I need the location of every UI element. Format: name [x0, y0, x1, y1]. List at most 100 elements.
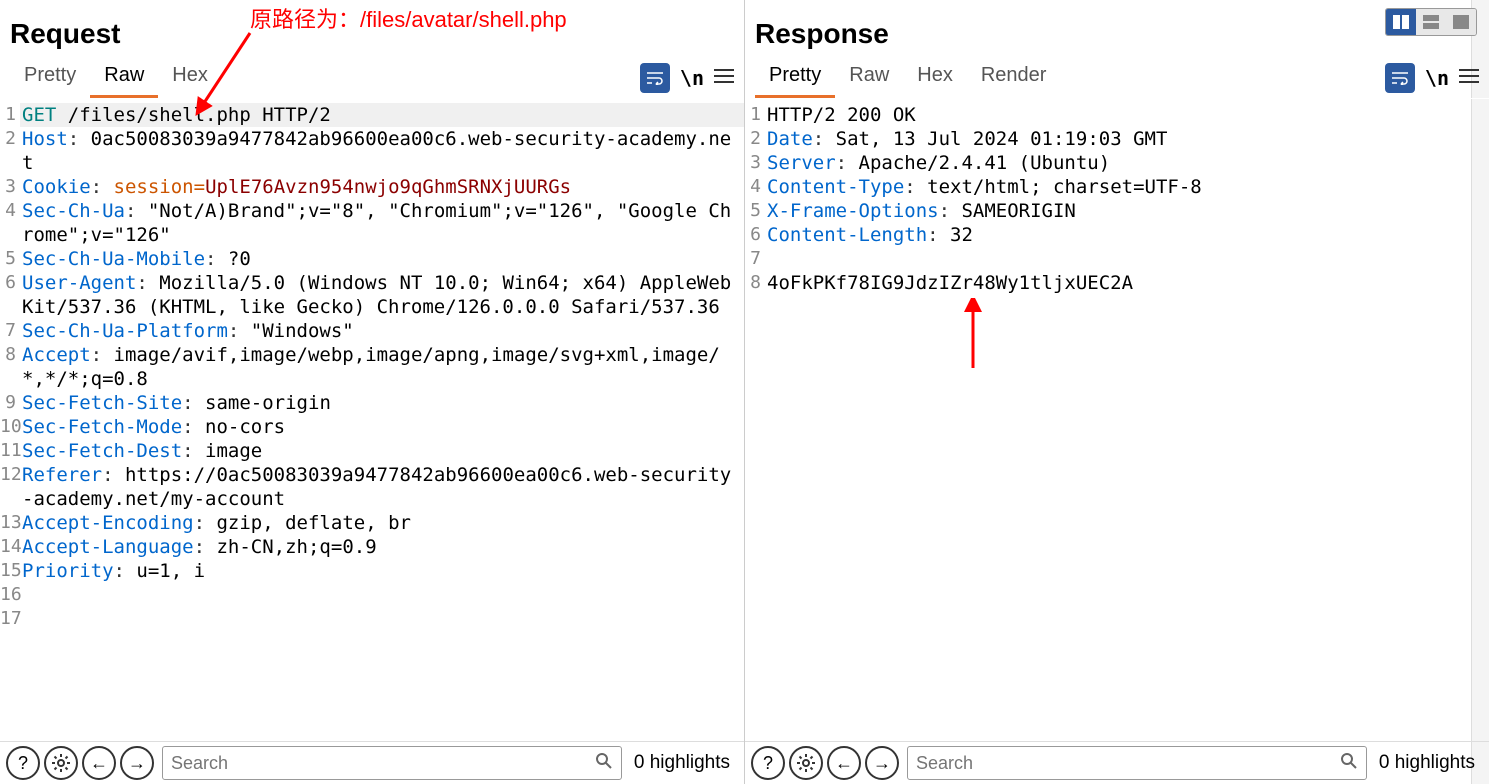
line-content[interactable]: Cookie: session=UplE76Avzn954nwjo9qGhmSR… [20, 175, 744, 199]
line-content[interactable]: Host: 0ac50083039a9477842ab96600ea00c6.w… [20, 127, 744, 175]
menu-icon[interactable] [1459, 68, 1479, 89]
search-input[interactable] [171, 753, 595, 774]
back-button[interactable]: ← [827, 746, 861, 780]
wrap-toggle-icon[interactable] [1385, 63, 1415, 93]
code-line[interactable]: 3Server: Apache/2.4.41 (Ubuntu) [745, 151, 1489, 175]
tab-hex[interactable]: Hex [903, 58, 967, 98]
line-number: 1 [745, 103, 765, 127]
search-icon[interactable] [595, 752, 613, 775]
back-button[interactable]: ← [82, 746, 116, 780]
line-content[interactable] [20, 607, 744, 631]
request-pane: Request Pretty Raw Hex \n 1GET /files/sh… [0, 0, 745, 784]
line-content[interactable]: Server: Apache/2.4.41 (Ubuntu) [765, 151, 1489, 175]
line-content[interactable] [765, 247, 1489, 271]
code-line[interactable]: 7Sec-Ch-Ua-Platform: "Windows" [0, 319, 744, 343]
line-number: 14 [0, 535, 20, 559]
settings-button[interactable] [44, 746, 78, 780]
line-content[interactable]: Sec-Ch-Ua: "Not/A)Brand";v="8", "Chromiu… [20, 199, 744, 247]
tab-raw[interactable]: Raw [835, 58, 903, 98]
view-mode-toggles [1385, 8, 1477, 36]
tab-hex[interactable]: Hex [158, 58, 222, 98]
code-line[interactable]: 8Accept: image/avif,image/webp,image/apn… [0, 343, 744, 391]
request-editor[interactable]: 1GET /files/shell.php HTTP/22Host: 0ac50… [0, 99, 744, 741]
line-content[interactable]: Sec-Fetch-Site: same-origin [20, 391, 744, 415]
help-button[interactable]: ? [6, 746, 40, 780]
line-content[interactable]: Accept-Language: zh-CN,zh;q=0.9 [20, 535, 744, 559]
line-content[interactable]: Content-Type: text/html; charset=UTF-8 [765, 175, 1489, 199]
help-button[interactable]: ? [751, 746, 785, 780]
newline-icon[interactable]: \n [680, 66, 704, 90]
code-line[interactable]: 6User-Agent: Mozilla/5.0 (Windows NT 10.… [0, 271, 744, 319]
code-line[interactable]: 7 [745, 247, 1489, 271]
view-columns-icon[interactable] [1386, 9, 1416, 35]
code-line[interactable]: 9Sec-Fetch-Site: same-origin [0, 391, 744, 415]
code-line[interactable]: 17 [0, 607, 744, 631]
line-number: 13 [0, 511, 20, 535]
line-content[interactable]: User-Agent: Mozilla/5.0 (Windows NT 10.0… [20, 271, 744, 319]
line-content[interactable] [20, 583, 744, 607]
code-line[interactable]: 11Sec-Fetch-Dest: image [0, 439, 744, 463]
line-number: 1 [0, 103, 20, 127]
settings-button[interactable] [789, 746, 823, 780]
line-number: 5 [0, 247, 20, 271]
line-number: 10 [0, 415, 20, 439]
line-number: 4 [0, 199, 20, 247]
code-line[interactable]: 5X-Frame-Options: SAMEORIGIN [745, 199, 1489, 223]
code-line[interactable]: 15Priority: u=1, i [0, 559, 744, 583]
code-line[interactable]: 6Content-Length: 32 [745, 223, 1489, 247]
line-number: 8 [0, 343, 20, 391]
wrap-toggle-icon[interactable] [640, 63, 670, 93]
forward-button[interactable]: → [120, 746, 154, 780]
line-number: 15 [0, 559, 20, 583]
search-input[interactable] [916, 753, 1340, 774]
response-tabs: Pretty Raw Hex Render \n [745, 58, 1489, 99]
code-line[interactable]: 13Accept-Encoding: gzip, deflate, br [0, 511, 744, 535]
response-editor[interactable]: 1HTTP/2 200 OK2Date: Sat, 13 Jul 2024 01… [745, 99, 1489, 741]
line-content[interactable]: Sec-Fetch-Mode: no-cors [20, 415, 744, 439]
line-content[interactable]: Referer: https://0ac50083039a9477842ab96… [20, 463, 744, 511]
code-line[interactable]: 5Sec-Ch-Ua-Mobile: ?0 [0, 247, 744, 271]
line-content[interactable]: Content-Length: 32 [765, 223, 1489, 247]
line-content[interactable]: HTTP/2 200 OK [765, 103, 1489, 127]
code-line[interactable]: 16 [0, 583, 744, 607]
code-line[interactable]: 3Cookie: session=UplE76Avzn954nwjo9qGhmS… [0, 175, 744, 199]
request-title: Request [0, 0, 744, 58]
response-search[interactable] [907, 746, 1367, 780]
line-content[interactable]: Priority: u=1, i [20, 559, 744, 583]
line-content[interactable]: Sec-Ch-Ua-Platform: "Windows" [20, 319, 744, 343]
code-line[interactable]: 1HTTP/2 200 OK [745, 103, 1489, 127]
tab-render[interactable]: Render [967, 58, 1061, 98]
view-single-icon[interactable] [1446, 9, 1476, 35]
line-content[interactable]: Accept-Encoding: gzip, deflate, br [20, 511, 744, 535]
line-content[interactable]: Sec-Ch-Ua-Mobile: ?0 [20, 247, 744, 271]
tab-raw[interactable]: Raw [90, 58, 158, 98]
line-content[interactable]: 4oFkPKf78IG9JdzIZr48Wy1tljxUEC2A [765, 271, 1489, 295]
line-content[interactable]: GET /files/shell.php HTTP/2 [20, 103, 744, 127]
line-number: 3 [745, 151, 765, 175]
line-content[interactable]: Sec-Fetch-Dest: image [20, 439, 744, 463]
code-line[interactable]: 4Content-Type: text/html; charset=UTF-8 [745, 175, 1489, 199]
line-number: 7 [0, 319, 20, 343]
code-line[interactable]: 2Host: 0ac50083039a9477842ab96600ea00c6.… [0, 127, 744, 175]
line-content[interactable]: Accept: image/avif,image/webp,image/apng… [20, 343, 744, 391]
code-line[interactable]: 2Date: Sat, 13 Jul 2024 01:19:03 GMT [745, 127, 1489, 151]
code-line[interactable]: 10Sec-Fetch-Mode: no-cors [0, 415, 744, 439]
code-line[interactable]: 1GET /files/shell.php HTTP/2 [0, 103, 744, 127]
code-line[interactable]: 12Referer: https://0ac50083039a9477842ab… [0, 463, 744, 511]
line-number: 12 [0, 463, 20, 511]
code-line[interactable]: 84oFkPKf78IG9JdzIZr48Wy1tljxUEC2A [745, 271, 1489, 295]
menu-icon[interactable] [714, 68, 734, 89]
search-icon[interactable] [1340, 752, 1358, 775]
newline-icon[interactable]: \n [1425, 66, 1449, 90]
response-title: Response [745, 0, 1489, 58]
request-search[interactable] [162, 746, 622, 780]
forward-button[interactable]: → [865, 746, 899, 780]
tab-pretty[interactable]: Pretty [755, 58, 835, 98]
line-number: 4 [745, 175, 765, 199]
view-rows-icon[interactable] [1416, 9, 1446, 35]
line-content[interactable]: X-Frame-Options: SAMEORIGIN [765, 199, 1489, 223]
line-content[interactable]: Date: Sat, 13 Jul 2024 01:19:03 GMT [765, 127, 1489, 151]
code-line[interactable]: 14Accept-Language: zh-CN,zh;q=0.9 [0, 535, 744, 559]
code-line[interactable]: 4Sec-Ch-Ua: "Not/A)Brand";v="8", "Chromi… [0, 199, 744, 247]
tab-pretty[interactable]: Pretty [10, 58, 90, 98]
